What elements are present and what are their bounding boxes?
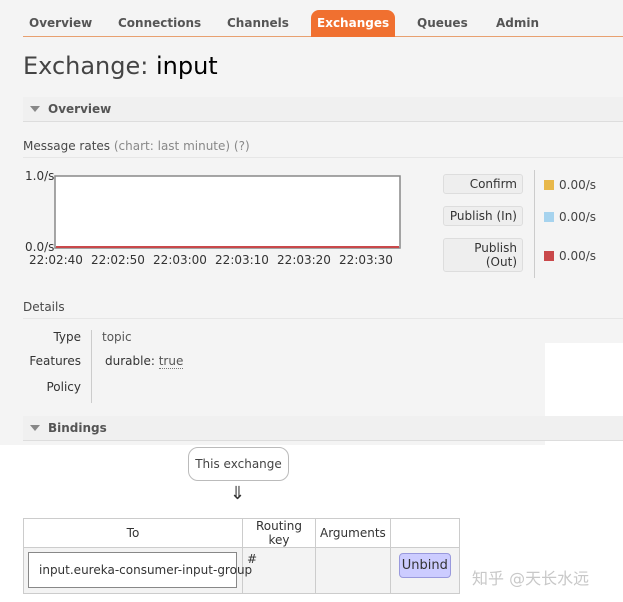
type-label: Type [53, 330, 81, 344]
arguments-cell [315, 547, 391, 594]
watermark: 知乎 @天长水远 [472, 569, 590, 588]
features-key: durable: [105, 354, 155, 368]
legend-publish-out-line1: Publish [474, 241, 517, 255]
legend-publish-in-button[interactable]: Publish (In) [443, 206, 523, 226]
publish-out-rate: 0.00/s [559, 249, 597, 263]
main-nav: Overview Connections Channels Exchanges … [23, 8, 623, 37]
features-value: durable: true [105, 354, 184, 369]
page-title-prefix: Exchange: [23, 52, 156, 80]
this-exchange-box: This exchange [188, 447, 289, 481]
bindings-table: To Routing key Arguments input.eureka-co… [23, 518, 460, 594]
confirm-rate: 0.00/s [559, 178, 597, 192]
routing-key-cell: # [242, 547, 316, 594]
overview-section-header[interactable]: Overview [23, 97, 623, 122]
table-header-row: To Routing key Arguments [23, 518, 460, 548]
actions-cell: Unbind [389, 547, 460, 594]
collapse-triangle-icon [30, 425, 40, 431]
x-tick-label: 22:03:30 [339, 253, 393, 267]
binding-destination-cell: input.eureka-consumer-input-group [23, 547, 252, 594]
chart-note[interactable]: (chart: last minute) (?) [114, 139, 250, 153]
column-header-to: To [23, 518, 243, 548]
x-tick-label: 22:03:10 [215, 253, 269, 267]
type-value: topic [102, 330, 132, 344]
down-arrow-icon: ⇓ [230, 483, 246, 504]
collapse-triangle-icon [30, 106, 40, 112]
column-header-arguments: Arguments [315, 518, 391, 548]
unbind-button[interactable]: Unbind [398, 553, 451, 578]
legend-divider [534, 170, 535, 278]
publish-out-swatch [544, 251, 554, 261]
durable-value: true [158, 354, 184, 369]
binding-destination-link[interactable]: input.eureka-consumer-input-group [28, 552, 252, 588]
tab-exchanges[interactable]: Exchanges [311, 10, 396, 37]
tab-connections[interactable]: Connections [112, 10, 207, 37]
x-tick-label: 22:03:20 [277, 253, 331, 267]
y-tick-label: 1.0/s [25, 169, 54, 183]
tab-channels[interactable]: Channels [221, 10, 295, 37]
legend-confirm-button[interactable]: Confirm [443, 174, 523, 194]
bindings-heading: Bindings [48, 421, 107, 435]
message-rates-heading: Message rates (chart: last minute) (?) [23, 139, 623, 158]
publish-in-swatch [544, 212, 554, 222]
details-divider [91, 330, 92, 403]
tab-admin[interactable]: Admin [490, 10, 545, 37]
column-header-actions [389, 518, 460, 548]
plot-area [54, 175, 401, 249]
message-rates-chart: 1.0/s 0.0/s 22:02:40 22:02:50 22:03:00 22:0… [25, 169, 401, 267]
bindings-section-header[interactable]: Bindings [23, 416, 623, 441]
y-tick-label: 0.0/s [25, 240, 54, 254]
policy-label: Policy [46, 380, 81, 394]
overview-heading: Overview [48, 102, 112, 116]
details-heading: Details [23, 300, 623, 319]
confirm-swatch [544, 180, 554, 190]
tab-queues[interactable]: Queues [411, 10, 474, 37]
exchange-name: input [155, 52, 218, 80]
message-rates-label: Message rates [23, 139, 111, 153]
column-header-routing-key: Routing key [242, 518, 316, 548]
x-tick-label: 22:03:00 [153, 253, 207, 267]
page-title: Exchange: input [23, 52, 218, 80]
tab-overview[interactable]: Overview [23, 10, 98, 37]
x-tick-label: 22:02:50 [91, 253, 145, 267]
features-label: Features [29, 354, 81, 368]
legend-publish-out-button[interactable]: Publish (Out) [443, 238, 523, 272]
x-tick-label: 22:02:40 [29, 253, 83, 267]
legend-publish-out-line2: (Out) [485, 255, 517, 269]
table-row: input.eureka-consumer-input-group # Unbi… [23, 547, 460, 594]
publish-in-rate: 0.00/s [559, 210, 597, 224]
